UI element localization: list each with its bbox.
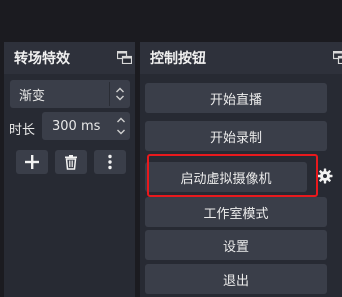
trash-icon	[65, 155, 77, 170]
obs-dock-area: 转场特效 渐变 时长 300 ms 控制按钮 开始直播 开始录制 启动虚拟摄像机…	[0, 0, 342, 297]
transition-select-value: 渐变	[19, 88, 46, 104]
settings-label: 设置	[222, 239, 249, 255]
gear-icon	[317, 168, 333, 184]
studio-mode-label: 工作室模式	[203, 206, 269, 222]
duration-spinbox[interactable]: 300 ms	[42, 112, 130, 140]
up-down-chevron-icon	[116, 87, 124, 101]
start-streaming-button[interactable]: 开始直播	[145, 83, 327, 113]
start-virtual-camera-button[interactable]: 启动虚拟摄像机	[145, 162, 307, 192]
controls-dock: 控制按钮 开始直播 开始录制 启动虚拟摄像机 工作室模式 设置 退出	[140, 42, 342, 297]
transition-select[interactable]: 渐变	[10, 80, 130, 108]
duration-label: 时长	[9, 123, 36, 138]
controls-dock-title: 控制按钮	[150, 51, 206, 67]
duration-value: 300 ms	[52, 118, 101, 134]
start-virtual-camera-label: 启动虚拟摄像机	[180, 171, 272, 187]
transitions-dock-title: 转场特效	[14, 51, 70, 67]
plus-icon	[25, 155, 39, 169]
settings-button[interactable]: 设置	[145, 230, 327, 260]
vertical-dots-icon	[108, 154, 112, 170]
undock-icon[interactable]	[117, 51, 132, 64]
spinbox-arrows-icon[interactable]	[116, 115, 126, 137]
start-streaming-label: 开始直播	[209, 92, 262, 108]
studio-mode-button[interactable]: 工作室模式	[145, 197, 327, 227]
transitions-dock-header: 转场特效	[4, 42, 135, 74]
start-recording-label: 开始录制	[209, 130, 262, 146]
exit-button[interactable]: 退出	[145, 264, 327, 294]
add-transition-button[interactable]	[16, 150, 48, 174]
transition-more-button[interactable]	[94, 150, 126, 174]
undock-icon[interactable]	[333, 51, 342, 64]
select-divider	[109, 82, 110, 106]
virtual-camera-settings-button[interactable]	[316, 167, 334, 185]
start-recording-button[interactable]: 开始录制	[145, 121, 327, 151]
exit-label: 退出	[222, 273, 249, 289]
controls-dock-header: 控制按钮	[140, 42, 342, 74]
transitions-dock: 转场特效 渐变 时长 300 ms	[4, 42, 135, 297]
remove-transition-button[interactable]	[55, 150, 87, 174]
